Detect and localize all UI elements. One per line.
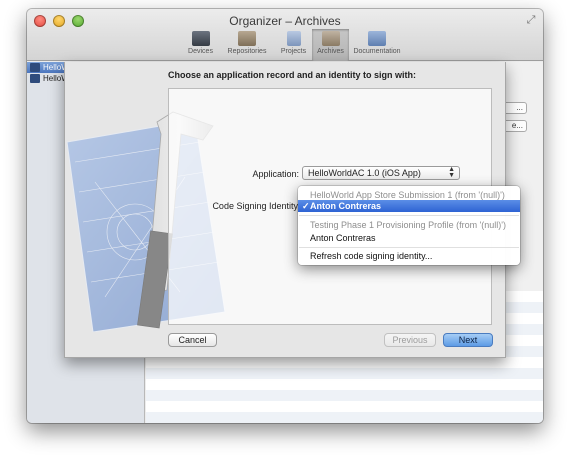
repositories-icon (238, 31, 256, 46)
code-signing-identity-menu: HelloWorld App Store Submission 1 (from … (298, 186, 520, 265)
application-label: Application: (252, 169, 299, 179)
menu-group-header: Testing Phase 1 Provisioning Profile (fr… (310, 220, 507, 230)
title-bar: Organizer – Archives ⤢ Devices Repositor… (27, 9, 543, 61)
menu-item-label: Anton Contreras (310, 201, 382, 211)
popup-arrows-icon: ▲ ▼ (448, 166, 455, 179)
project-icon (30, 74, 40, 83)
sheet-heading: Choose an application record and an iden… (168, 70, 417, 80)
toolbar-projects[interactable]: Projects (275, 29, 312, 61)
toolbar-devices[interactable]: Devices (182, 29, 219, 61)
toolbar-archives[interactable]: Archives (312, 29, 349, 61)
documentation-icon (368, 31, 386, 46)
window-title: Organizer – Archives (229, 14, 341, 28)
toolbar-archives-label: Archives (317, 48, 344, 55)
application-popup[interactable]: HelloWorldAC 1.0 (iOS App) ▲ ▼ (302, 166, 460, 180)
projects-icon (286, 31, 301, 46)
fullscreen-icon[interactable]: ⤢ (525, 14, 537, 26)
menu-item-refresh[interactable]: Refresh code signing identity... (298, 250, 520, 262)
code-signing-identity-label: Code Signing Identity (212, 201, 298, 211)
menu-item-identity[interactable]: Anton Contreras (298, 232, 520, 244)
toolbar-devices-label: Devices (188, 48, 213, 55)
checkmark-icon: ✓ (302, 201, 310, 211)
toolbar-documentation-label: Documentation (353, 48, 401, 55)
menu-separator (299, 215, 519, 216)
toolbar: Devices Repositories Projects Archives D… (182, 29, 405, 61)
next-button[interactable]: Next (443, 333, 493, 347)
archives-icon (321, 31, 340, 46)
toolbar-repositories[interactable]: Repositories (219, 29, 275, 61)
previous-button[interactable]: Previous (384, 333, 436, 347)
project-icon (30, 63, 40, 72)
menu-separator (299, 247, 519, 248)
toolbar-repositories-label: Repositories (227, 48, 267, 55)
toolbar-projects-label: Projects (280, 48, 307, 55)
toolbar-documentation[interactable]: Documentation (349, 29, 405, 61)
application-popup-value: HelloWorldAC 1.0 (iOS App) (308, 168, 421, 178)
devices-icon (191, 31, 210, 46)
menu-item-identity[interactable]: ✓ Anton Contreras (298, 200, 520, 212)
cancel-button[interactable]: Cancel (168, 333, 217, 347)
